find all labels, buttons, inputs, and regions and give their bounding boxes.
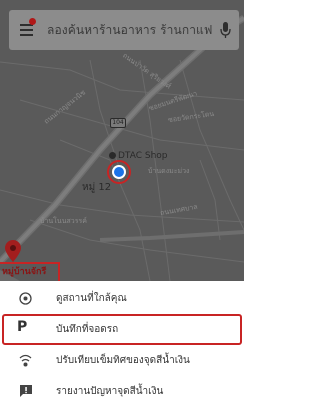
voice-search-button[interactable]	[213, 10, 239, 50]
hamburger-icon-line	[20, 29, 33, 31]
menu-item-label: รายงานปัญหาจุดสีน้ำเงิน	[56, 386, 164, 397]
search-input[interactable]: ลองค้นหาร้านอาหาร ร้านกาแฟ	[43, 21, 213, 40]
nearby-icon	[19, 292, 32, 305]
poi-label[interactable]: DTAC Shop	[118, 151, 168, 161]
dropped-pin-icon[interactable]	[5, 240, 21, 262]
search-bar[interactable]: ลองค้นหาร้านอาหาร ร้านกาแฟ	[9, 10, 239, 50]
context-menu: ดูสถานที่ใกล้คุณ P บันทึกที่จอดรถ ปรับเท…	[0, 281, 244, 418]
notification-dot	[29, 18, 36, 25]
route-shield: 104	[110, 118, 126, 128]
menu-icon-slot: P	[4, 314, 56, 345]
report-icon	[20, 385, 32, 397]
my-location-dot[interactable]	[114, 167, 124, 177]
menu-item-label: ปรับเทียบเข็มทิศของจุดสีน้ำเงิน	[56, 355, 190, 366]
menu-item-label: ดูสถานที่ใกล้คุณ	[56, 293, 127, 304]
area-label: หมู่ 12	[82, 182, 112, 193]
street-label: บ้านโนนสวรรค์	[40, 217, 87, 225]
menu-item-report-problem[interactable]: รายงานปัญหาจุดสีน้ำเงิน	[0, 376, 244, 407]
parking-icon: P	[17, 319, 28, 335]
mic-icon	[220, 22, 231, 38]
poi-icon[interactable]	[109, 152, 116, 159]
hamburger-menu-button[interactable]	[9, 10, 43, 50]
street-label: บ้านดงมะม่วง	[148, 167, 190, 175]
map-view[interactable]: ลองค้นหาร้านอาหาร ร้านกาแฟ ถนนป่าวัด สุร…	[0, 0, 244, 281]
menu-icon-slot	[0, 376, 56, 407]
menu-item-calibrate-compass[interactable]: ปรับเทียบเข็มทิศของจุดสีน้ำเงิน	[0, 345, 244, 376]
compass-calibrate-icon	[19, 354, 32, 367]
menu-item-save-parking[interactable]: P บันทึกที่จอดรถ	[2, 314, 242, 345]
menu-item-label: บันทึกที่จอดรถ	[56, 324, 119, 335]
menu-icon-slot	[0, 283, 56, 314]
menu-icon-slot	[0, 345, 56, 376]
hamburger-icon-line	[20, 34, 33, 36]
menu-item-nearby[interactable]: ดูสถานที่ใกล้คุณ	[0, 283, 244, 314]
village-label: หมู่บ้านจักรี	[2, 267, 47, 277]
